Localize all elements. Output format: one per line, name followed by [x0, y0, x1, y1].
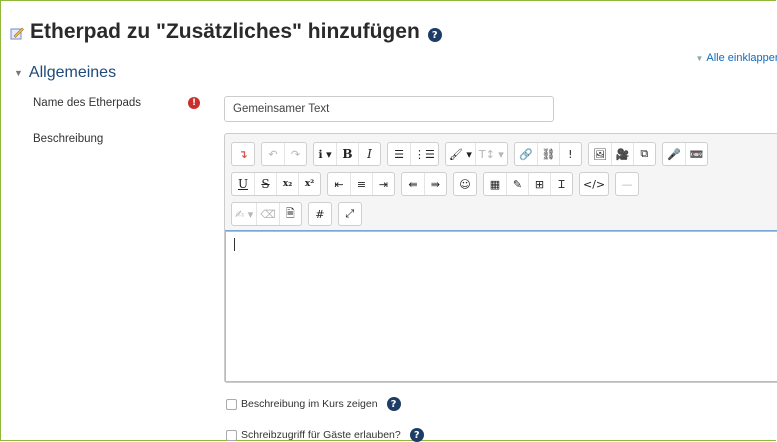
record-audio-icon[interactable]: 🎤 [663, 143, 685, 165]
toolbar-group: 🖌 ▾ T↕ ▾ [444, 142, 508, 166]
description-label: Beschreibung [33, 133, 104, 145]
emoticon-icon[interactable]: ☺ [454, 173, 476, 195]
text-color-icon[interactable]: 🖌 ▾ [446, 143, 475, 165]
guest-write-label: Schreibzugriff für Gäste erlauben? [241, 429, 401, 441]
strikethrough-button[interactable]: S [254, 173, 276, 195]
unlink-icon[interactable]: ⛓ [536, 143, 559, 165]
hashtag-icon[interactable]: # [309, 203, 331, 225]
toolbar-row-2: U Sx₂ x² ⇤ ≡ ⇥ ⇚ ⇛ ☺ ▦ ✎ ⊞ Ɪ </> — [231, 172, 640, 196]
required-icon: ! [188, 97, 200, 109]
html-icon[interactable]: </> [580, 173, 608, 195]
video-icon[interactable]: 🎥 [610, 143, 633, 165]
screenreader-icon[interactable]: 🗎 [278, 203, 301, 225]
show-description-checkbox-row[interactable]: Beschreibung im Kurs zeigen ? [226, 397, 401, 411]
name-label: Name des Etherpads [33, 97, 142, 109]
editor-content-area[interactable] [225, 230, 777, 382]
redo-icon[interactable]: ↴ [232, 143, 254, 165]
indent-icon[interactable]: ⇛ [424, 173, 446, 195]
section-title: Allgemeines [28, 64, 117, 81]
accessibility-icon[interactable]: ✍ ▾ [232, 203, 256, 225]
guest-write-checkbox[interactable] [226, 429, 237, 441]
help-icon[interactable]: ? [409, 428, 424, 442]
toolbar-group: ▦ ✎ ⊞ Ɪ [483, 172, 573, 196]
info-dropdown-icon[interactable]: ℹ ▾ [314, 143, 336, 165]
etherpad-name-input[interactable] [224, 96, 554, 122]
description-editor: ↴ ↶ ↷ ℹ ▾ B I ☰ ⋮☰ 🖌 ▾ T↕ ▾ 🔗 ⛓! 🖼 🎥 ⧉ 🎤 📼 U Sx₂ x² ⇤ ≡ ⇥ ⇚ ⇛ ☺ ▦… [224, 133, 777, 383]
toolbar-group: 🎤 📼 [661, 142, 708, 166]
undo-icon[interactable]: ↶ [262, 143, 284, 165]
bold-button[interactable]: B [336, 143, 358, 165]
help-icon[interactable]: ? [386, 397, 401, 411]
toolbar-group: U Sx₂ x² [231, 172, 321, 196]
toolbar-group: ↴ [231, 142, 255, 166]
bullet-list-icon[interactable]: ☰ [388, 143, 410, 165]
record-video-icon[interactable]: 📼 [684, 143, 707, 165]
triangle-down-icon: ▼ [14, 68, 23, 78]
triangle-down-icon: ▼ [695, 54, 704, 63]
special-char-icon[interactable]: ✎ [506, 173, 528, 195]
clear-formatting-icon[interactable]: Ɪ [550, 173, 572, 195]
etherpad-icon [10, 27, 24, 40]
align-right-icon[interactable]: ⇥ [372, 173, 394, 195]
text-caret [234, 238, 235, 251]
toolbar-group: ☰ ⋮☰ [387, 142, 439, 166]
collapse-all-label: Alle einklappen [706, 52, 777, 64]
subscript-button[interactable]: x₂ [276, 173, 298, 195]
toolbar-row-1: ↴ ↶ ↷ ℹ ▾ B I ☰ ⋮☰ 🖌 ▾ T↕ ▾ 🔗 ⛓! 🖼 🎥 ⧉ 🎤 📼 [231, 142, 708, 166]
toolbar-group: ☺ [453, 172, 477, 196]
equation-icon[interactable]: ▦ [484, 173, 506, 195]
manage-files-icon[interactable]: ⧉ [632, 143, 655, 165]
numbered-list-icon[interactable]: ⋮☰ [410, 143, 438, 165]
eraser-icon[interactable]: ⌫ [256, 203, 279, 225]
toolbar-group: # [307, 202, 332, 226]
underline-button[interactable]: U [232, 173, 254, 195]
toolbar-group: — [615, 172, 640, 196]
help-icon[interactable]: ? [427, 28, 442, 42]
toolbar-group: ⇤ ≡ ⇥ [327, 172, 395, 196]
link-icon[interactable]: 🔗 [515, 143, 537, 165]
attention-icon[interactable]: ! [558, 143, 581, 165]
align-center-icon[interactable]: ≡ [350, 173, 372, 195]
toolbar-group: ↶ ↷ [261, 142, 307, 166]
align-left-icon[interactable]: ⇤ [328, 173, 350, 195]
show-description-checkbox[interactable] [226, 398, 237, 410]
collapse-all-link[interactable]: ▼ Alle einklappen [695, 52, 777, 64]
guest-write-checkbox-row[interactable]: Schreibzugriff für Gäste erlauben? ? [226, 428, 424, 442]
image-icon[interactable]: 🖼 [589, 143, 611, 165]
table-icon[interactable]: ⊞ [528, 173, 550, 195]
show-description-label: Beschreibung im Kurs zeigen [241, 398, 378, 410]
page-title: Etherpad zu "Zusätzliches" hinzufügen ? [10, 18, 442, 46]
toolbar-row-3: ✍ ▾ ⌫ 🗎 # ⤢ [231, 202, 362, 226]
font-size-icon[interactable]: T↕ ▾ [474, 143, 507, 165]
horizontal-rule-icon[interactable]: — [616, 173, 638, 195]
superscript-button[interactable]: x² [298, 173, 320, 195]
italic-button[interactable]: I [358, 143, 380, 165]
outdent-icon[interactable]: ⇚ [402, 173, 424, 195]
toolbar-group: </> [579, 172, 610, 196]
toolbar-group: ℹ ▾ B I [313, 142, 381, 166]
toolbar-group: ⤢ [337, 202, 362, 226]
toolbar-group: 🖼 🎥 ⧉ [587, 142, 656, 166]
fullscreen-icon[interactable]: ⤢ [339, 203, 361, 225]
toolbar-group: ⇚ ⇛ [401, 172, 447, 196]
toolbar-group: ✍ ▾ ⌫ 🗎 [231, 202, 302, 226]
toolbar-group: 🔗 ⛓! [513, 142, 582, 166]
page-title-text: Etherpad zu "Zusätzliches" hinzufügen [30, 20, 420, 43]
section-header-general[interactable]: ▼ Allgemeines [14, 64, 116, 82]
redo-alt-icon[interactable]: ↷ [284, 143, 306, 165]
